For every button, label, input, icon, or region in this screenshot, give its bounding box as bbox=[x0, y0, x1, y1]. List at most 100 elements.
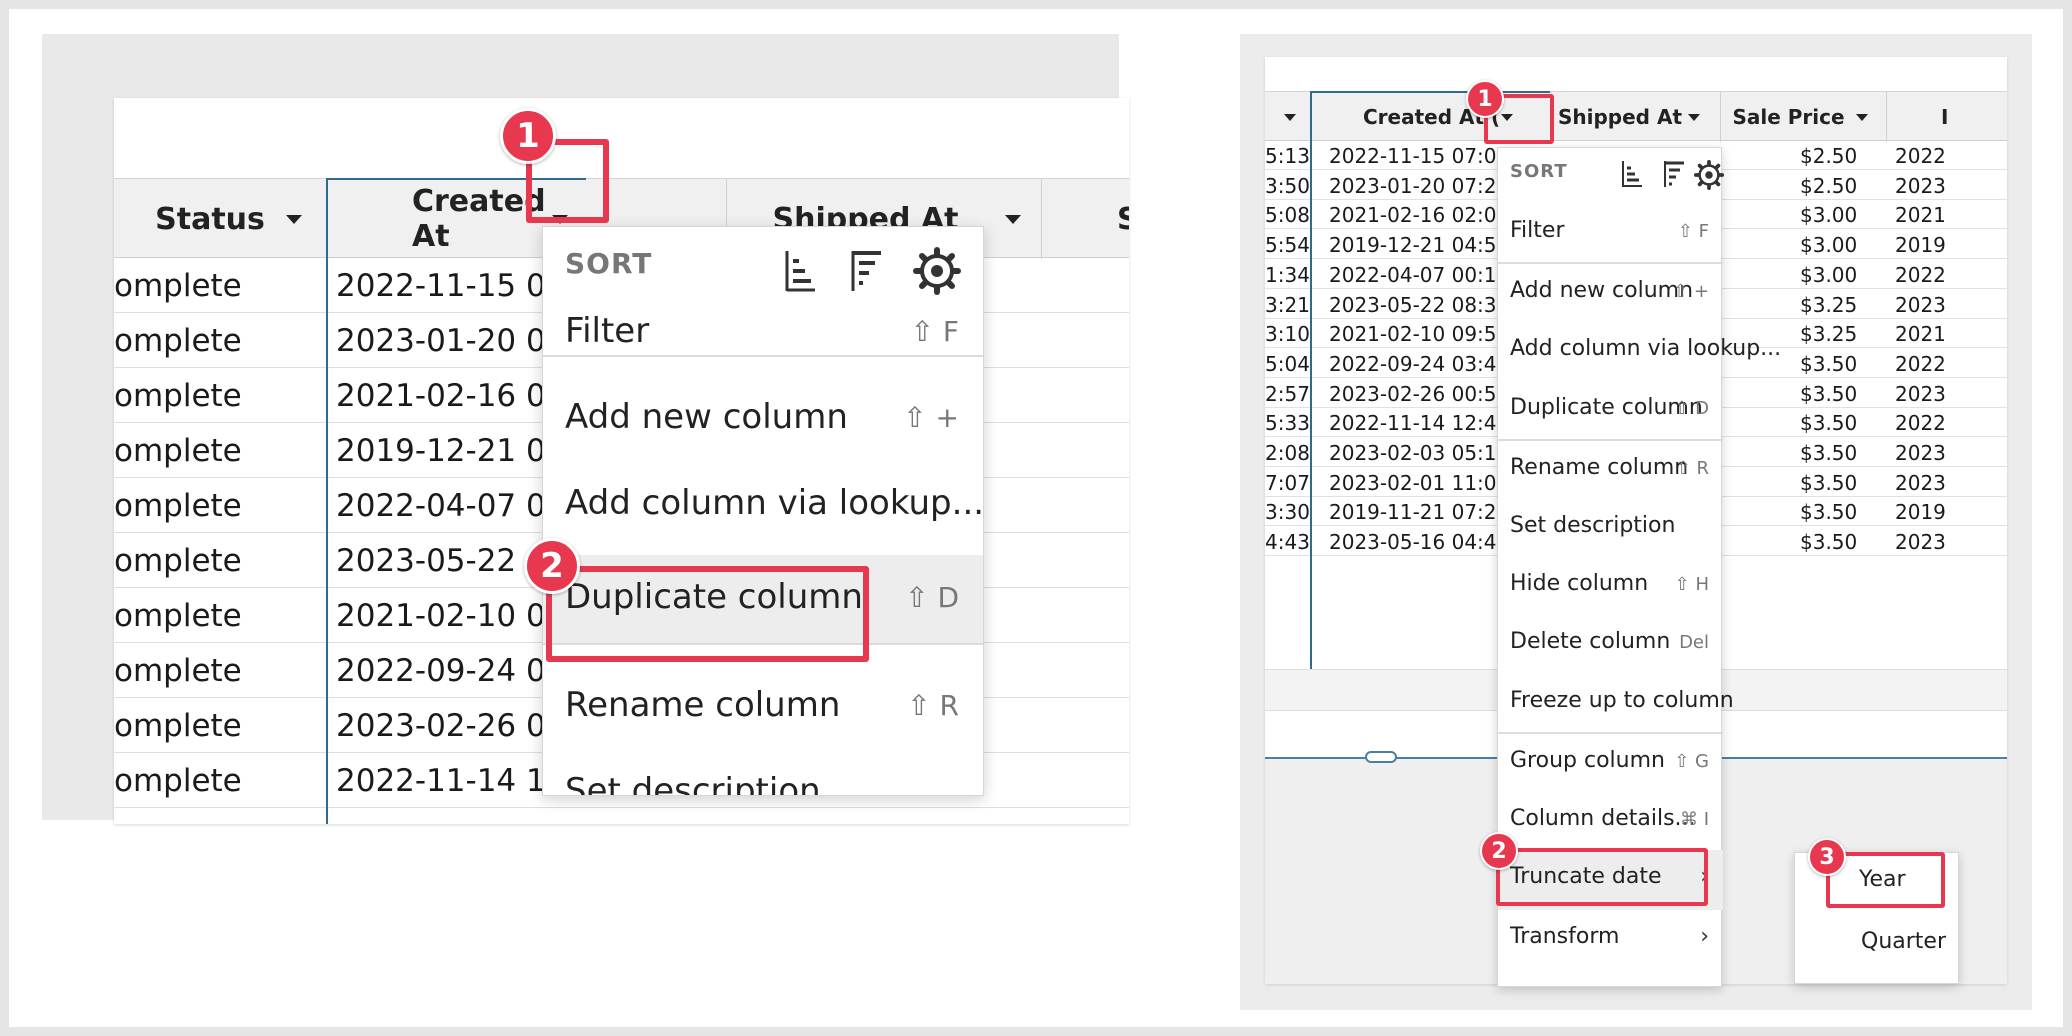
menu-item-group-column-label: Group column bbox=[1510, 748, 1665, 773]
sort-ascending-icon[interactable] bbox=[1620, 160, 1644, 188]
menu-item-duplicate-column[interactable]: Duplicate column ⇧ D bbox=[1498, 395, 1723, 425]
menu-item-hide-column[interactable]: Hide column ⇧ H bbox=[1498, 571, 1723, 601]
shortcut-rename-column: ⇧ R bbox=[1675, 458, 1709, 479]
menu-item-add-new-column-label: Add new column bbox=[1510, 278, 1694, 303]
menu-item-set-description[interactable]: Set description bbox=[1498, 513, 1723, 543]
menu-item-set-description[interactable]: Set description bbox=[543, 771, 983, 796]
cell-created-at: 2021-02-10 09:53 bbox=[1329, 322, 1510, 347]
callout-box-duplicate bbox=[546, 566, 869, 662]
cell-prev-time: 2:57 bbox=[1265, 381, 1310, 406]
column-header-prev[interactable] bbox=[1265, 92, 1310, 142]
shortcut-duplicate-column: ⇧ D bbox=[1674, 398, 1709, 419]
cell-prev-time: 3:21 bbox=[1265, 292, 1310, 317]
cell-sale-price: $2.50 bbox=[1800, 144, 1858, 168]
column-header-next[interactable]: I bbox=[1887, 92, 2007, 142]
chevron-down-icon[interactable] bbox=[1284, 113, 1296, 121]
menu-item-filter-label: Filter bbox=[565, 311, 650, 351]
sort-descending-icon[interactable] bbox=[849, 249, 885, 293]
chevron-down-icon[interactable] bbox=[1005, 214, 1021, 224]
cell-sale-price: $3.50 bbox=[1800, 470, 1858, 495]
cell-created-at: 2023-02-26 00:52 bbox=[1329, 381, 1510, 406]
column-header-shipped-at-label: Shipped At bbox=[1557, 105, 1682, 129]
menu-item-transform-label: Transform bbox=[1510, 924, 1620, 949]
menu-item-column-details-label: Column details... bbox=[1510, 806, 1696, 831]
menu-item-filter[interactable]: Filter ⇧ F bbox=[1498, 218, 1723, 248]
cell-prev-time: 3:50 bbox=[1265, 173, 1310, 198]
menu-item-add-column-via-lookup[interactable]: Add column via lookup... bbox=[1498, 336, 1781, 366]
cell-status: omplete bbox=[114, 268, 242, 304]
cell-sale-price: $2.50 bbox=[1800, 173, 1858, 198]
menu-item-add-column-via-lookup[interactable]: Add column via lookup... bbox=[543, 483, 983, 527]
menu-item-transform[interactable]: Transform › bbox=[1498, 924, 1723, 954]
cell-status: omplete bbox=[114, 323, 242, 359]
menu-item-freeze-up-to-column[interactable]: Freeze up to column bbox=[1498, 688, 1734, 718]
gear-icon[interactable] bbox=[913, 247, 961, 295]
column-header-sale-price-label: Sale Price bbox=[1732, 105, 1845, 129]
cell-created-at: 2022-04-07 00:11 bbox=[1329, 262, 1510, 287]
chevron-down-icon[interactable] bbox=[1856, 113, 1868, 121]
menu-item-filter[interactable]: Filter ⇧ F bbox=[543, 311, 983, 355]
callout-box-truncate-date bbox=[1496, 848, 1708, 906]
shortcut-rename-column: ⇧ R bbox=[907, 689, 959, 722]
menu-divider bbox=[543, 355, 983, 357]
cell-sale-price: $3.50 bbox=[1800, 530, 1858, 555]
chevron-down-icon[interactable] bbox=[286, 214, 302, 224]
menu-item-group-column[interactable]: Group column ⇧ G bbox=[1498, 748, 1723, 778]
sort-ascending-icon[interactable] bbox=[783, 249, 819, 293]
shortcut-group-column: ⇧ G bbox=[1674, 751, 1709, 772]
cell-created-at: 2022-11-14 12:45 bbox=[1329, 411, 1510, 436]
menu-item-add-new-column[interactable]: Add new column ⇧ + bbox=[543, 397, 983, 441]
cell-sale-price: $3.50 bbox=[1800, 411, 1858, 436]
resize-handle[interactable] bbox=[1365, 751, 1397, 763]
chevron-down-icon[interactable] bbox=[1688, 113, 1700, 121]
menu-item-rename-column[interactable]: Rename column ⇧ R bbox=[1498, 455, 1723, 485]
shortcut-add-new-column: ⇧ + bbox=[1673, 281, 1709, 302]
cell-next: 2021 bbox=[1895, 322, 1946, 347]
cell-created-at: 2022-11-15 07:05 bbox=[1329, 144, 1510, 168]
cell-status: omplete bbox=[114, 763, 242, 799]
shortcut-delete-column: Del bbox=[1679, 632, 1709, 653]
column-header-status[interactable]: Status bbox=[114, 179, 326, 259]
gear-icon[interactable] bbox=[1694, 160, 1724, 190]
menu-item-column-details[interactable]: Column details... ⌘ I bbox=[1498, 806, 1723, 836]
column-header-next-label: I bbox=[1941, 105, 1949, 129]
cell-sale-price: $3.50 bbox=[1800, 441, 1858, 465]
menu-item-rename-column-label: Rename column bbox=[1510, 455, 1689, 480]
sort-label: SORT bbox=[565, 247, 653, 280]
cell-sale-price: $3.50 bbox=[1800, 381, 1858, 406]
cell-next: 2023 bbox=[1895, 292, 1946, 317]
menu-item-add-new-column[interactable]: Add new column ⇧ + bbox=[1498, 278, 1723, 308]
cell-created-at: 2023-05-16 04:44 bbox=[1329, 530, 1510, 555]
cell-next: 2021 bbox=[1895, 203, 1946, 228]
cell-next: 2022 bbox=[1895, 144, 1946, 168]
cell-sale-price: $3.25 bbox=[1800, 292, 1858, 317]
column-header-row: Created At (1 Shipped At Sale Price I bbox=[1265, 91, 2007, 142]
cell-next: 2023 bbox=[1895, 530, 1946, 555]
submenu-item-quarter[interactable]: Quarter bbox=[1861, 929, 1946, 954]
menu-item-rename-column-label: Rename column bbox=[565, 685, 841, 725]
cell-sale-price: $3.50 bbox=[1800, 500, 1858, 525]
sort-label: SORT bbox=[1510, 161, 1568, 182]
column-header-sale-price[interactable]: Sale Price bbox=[1721, 92, 1886, 142]
cell-created-at: 2019-12-21 04:56 bbox=[1329, 233, 1510, 258]
column-header-created-at-label: Created At bbox=[412, 184, 546, 254]
column-header-shipped-at[interactable]: Shipped At bbox=[1552, 92, 1720, 142]
menu-item-delete-column[interactable]: Delete column Del bbox=[1498, 629, 1723, 659]
menu-item-delete-column-label: Delete column bbox=[1510, 629, 1671, 654]
step-badge-1: 1 bbox=[500, 108, 556, 164]
menu-item-set-description-label: Set description bbox=[565, 771, 821, 796]
column-header-sale-price[interactable]: Sale P bbox=[1042, 179, 1129, 259]
cell-created-at: 2019-11-21 07:28 bbox=[1329, 500, 1510, 525]
shortcut-filter: ⇧ F bbox=[1677, 221, 1709, 242]
cell-created-at: 2022-09-24 03:46 bbox=[1329, 351, 1510, 376]
menu-item-rename-column[interactable]: Rename column ⇧ R bbox=[543, 685, 983, 729]
cell-prev-time: 1:34 bbox=[1265, 262, 1310, 287]
shortcut-duplicate-column: ⇧ D bbox=[905, 581, 959, 614]
cell-next: 2019 bbox=[1895, 233, 1946, 258]
sort-descending-icon[interactable] bbox=[1662, 160, 1686, 188]
cell-status: omplete bbox=[114, 708, 242, 744]
menu-item-filter-label: Filter bbox=[1510, 218, 1565, 243]
menu-item-add-new-column-label: Add new column bbox=[565, 397, 848, 437]
cell-next: 2022 bbox=[1895, 411, 1946, 436]
cell-status: omplete bbox=[114, 488, 242, 524]
